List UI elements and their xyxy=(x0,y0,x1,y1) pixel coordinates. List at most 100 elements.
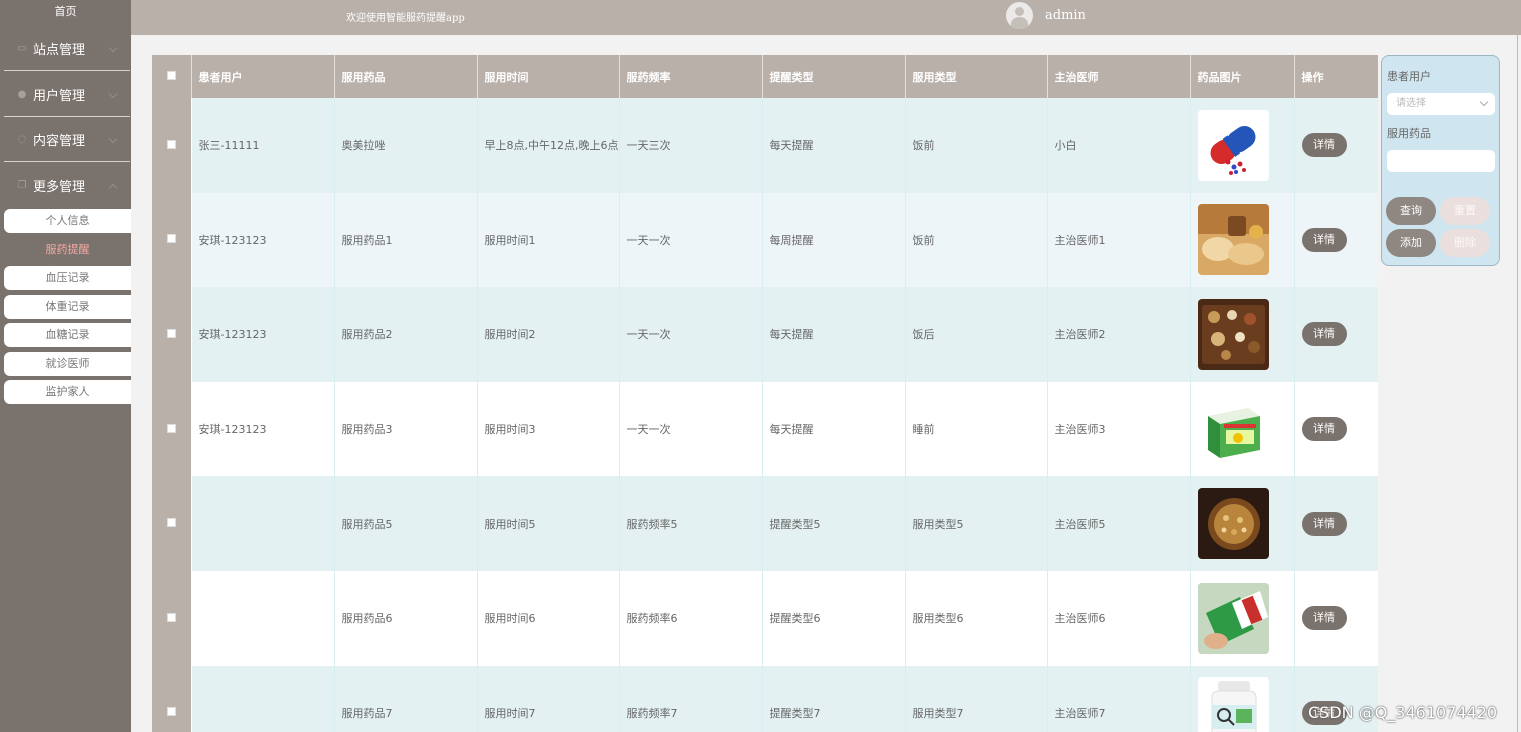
detail-button[interactable]: 详情 xyxy=(1301,133,1347,158)
watermark-text: CSDN @Q_3461074420 xyxy=(1308,703,1498,722)
detail-button[interactable]: 详情 xyxy=(1301,322,1347,347)
sidebar-group-site[interactable]: ▭ 站点管理 xyxy=(4,26,130,71)
sidebar-item-doctors[interactable]: 就诊医师 xyxy=(4,352,131,376)
cell-action: 详情 xyxy=(1294,476,1378,571)
row-select-cell xyxy=(152,476,192,571)
delete-button[interactable]: 删除 xyxy=(1440,229,1490,257)
drug-image[interactable] xyxy=(1197,298,1269,370)
vertical-scrollbar[interactable] xyxy=(1517,35,1518,732)
table-row: 服用药品6 服用时间6 服药频率6 提醒类型6 服用类型6 主治医师6 详情 xyxy=(152,570,1378,666)
row-checkbox[interactable] xyxy=(166,423,176,433)
table-row: 安琪-123123 服用药品3 服用时间3 一天一次 每天提醒 睡前 主治医师3 详情 xyxy=(152,381,1378,477)
table-header-row: 患者用户 服用药品 服用时间 服药频率 提醒类型 服用类型 主治医师 药品图片 … xyxy=(152,55,1378,98)
sidebar-item-profile[interactable]: 个人信息 xyxy=(4,209,131,233)
cell-drug: 服用药品3 xyxy=(334,381,478,477)
cell-patient: 张三-11111 xyxy=(191,98,335,193)
sidebar-item-weight[interactable]: 体重记录 xyxy=(4,295,131,319)
cell-image xyxy=(1190,476,1295,571)
drug-image[interactable] xyxy=(1197,677,1269,732)
cell-frequency: 一天一次 xyxy=(619,287,763,382)
row-select-cell xyxy=(152,192,192,288)
row-checkbox[interactable] xyxy=(166,234,176,244)
sidebar-item-blood-sugar[interactable]: 血糖记录 xyxy=(4,323,131,347)
cell-doctor: 主治医师2 xyxy=(1047,287,1191,382)
cell-time: 服用时间7 xyxy=(477,665,620,732)
sidebar-group-label: 站点管理 xyxy=(33,42,86,58)
row-select-cell xyxy=(152,98,192,193)
row-checkbox[interactable] xyxy=(166,328,176,338)
sidebar-group-content[interactable]: ◌ 内容管理 xyxy=(4,117,130,162)
cell-remind-type: 提醒类型7 xyxy=(762,665,906,732)
cell-take-type: 服用类型5 xyxy=(905,476,1048,571)
cell-time: 早上8点,中午12点,晚上6点 xyxy=(477,98,620,193)
welcome-text: 欢迎使用智能服药提醒app xyxy=(346,13,465,24)
table-row: 安琪-123123 服用药品2 服用时间2 一天一次 每天提醒 饭后 主治医师2 详情 xyxy=(152,287,1378,382)
drug-image[interactable] xyxy=(1197,109,1269,181)
cell-frequency: 一天一次 xyxy=(619,381,763,477)
cell-take-type: 饭前 xyxy=(905,98,1048,193)
sidebar-item-medication-reminder[interactable]: 服药提醒 xyxy=(4,238,131,262)
sidebar-group-label: 内容管理 xyxy=(33,133,86,149)
col-header-image: 药品图片 xyxy=(1190,55,1295,98)
detail-button[interactable]: 详情 xyxy=(1301,606,1347,631)
chevron-down-icon xyxy=(108,43,118,53)
cell-frequency: 一天三次 xyxy=(619,98,763,193)
patient-select-placeholder: 请选择 xyxy=(1396,98,1426,109)
col-header-action: 操作 xyxy=(1294,55,1378,98)
drug-image[interactable] xyxy=(1197,204,1269,276)
row-checkbox[interactable] xyxy=(166,707,176,717)
message-icon: ▭ xyxy=(17,42,27,54)
username[interactable]: admin xyxy=(1045,8,1086,23)
cell-time: 服用时间1 xyxy=(477,192,620,288)
drug-image[interactable] xyxy=(1197,393,1269,465)
detail-button[interactable]: 详情 xyxy=(1301,511,1347,536)
sidebar-group-users[interactable]: ● 用户管理 xyxy=(4,72,130,117)
drug-input[interactable] xyxy=(1387,150,1495,172)
cell-remind-type: 每周提醒 xyxy=(762,192,906,288)
cell-drug: 服用药品2 xyxy=(334,287,478,382)
detail-button[interactable]: 详情 xyxy=(1301,227,1347,252)
cell-drug: 服用药品1 xyxy=(334,192,478,288)
query-button[interactable]: 查询 xyxy=(1386,197,1436,225)
col-header-time: 服用时间 xyxy=(477,55,620,98)
cell-take-type: 睡前 xyxy=(905,381,1048,477)
row-checkbox[interactable] xyxy=(166,612,176,622)
cell-patient xyxy=(191,476,335,571)
col-header-patient: 患者用户 xyxy=(191,55,335,98)
drug-filter-label: 服用药品 xyxy=(1387,127,1431,140)
sidebar-home[interactable]: 首页 xyxy=(0,0,131,26)
patient-select[interactable]: 请选择 xyxy=(1387,93,1495,115)
cell-take-type: 服用类型7 xyxy=(905,665,1048,732)
reminder-table: 患者用户 服用药品 服用时间 服药频率 提醒类型 服用类型 主治医师 药品图片 … xyxy=(152,55,1378,732)
cell-time: 服用时间2 xyxy=(477,287,620,382)
sidebar-item-blood-pressure[interactable]: 血压记录 xyxy=(4,266,131,290)
patient-filter-label: 患者用户 xyxy=(1387,70,1431,83)
row-select-cell xyxy=(152,381,192,477)
cell-take-type: 饭后 xyxy=(905,287,1048,382)
cell-patient xyxy=(191,665,335,732)
chat-icon: ◌ xyxy=(17,133,27,145)
drug-image[interactable] xyxy=(1197,488,1269,560)
sidebar-group-more[interactable]: ❐ 更多管理 xyxy=(4,163,130,208)
sidebar-item-family[interactable]: 监护家人 xyxy=(4,380,131,404)
select-all-checkbox[interactable] xyxy=(166,71,176,80)
copy-icon: ❐ xyxy=(17,180,27,191)
row-checkbox[interactable] xyxy=(166,518,176,528)
table-row: 服用药品7 服用时间7 服药频率7 提醒类型7 服用类型7 主治医师7 详情 xyxy=(152,665,1378,732)
cell-drug: 奥美拉唑 xyxy=(334,98,478,193)
avatar-head xyxy=(1015,7,1024,16)
cell-time: 服用时间5 xyxy=(477,476,620,571)
reset-button[interactable]: 重置 xyxy=(1440,197,1490,225)
cell-frequency: 一天一次 xyxy=(619,192,763,288)
add-button[interactable]: 添加 xyxy=(1386,229,1436,257)
detail-button[interactable]: 详情 xyxy=(1301,417,1347,442)
row-checkbox[interactable] xyxy=(166,139,176,149)
avatar[interactable] xyxy=(1006,2,1033,29)
drug-image[interactable] xyxy=(1197,582,1269,654)
row-select-cell xyxy=(152,287,192,382)
user-icon: ● xyxy=(17,88,27,100)
cell-take-type: 饭前 xyxy=(905,192,1048,288)
table-row: 安琪-123123 服用药品1 服用时间1 一天一次 每周提醒 饭前 主治医师1 详情 xyxy=(152,192,1378,288)
top-bar: 欢迎使用智能服药提醒app admin xyxy=(131,0,1521,35)
cell-action: 详情 xyxy=(1294,287,1378,382)
